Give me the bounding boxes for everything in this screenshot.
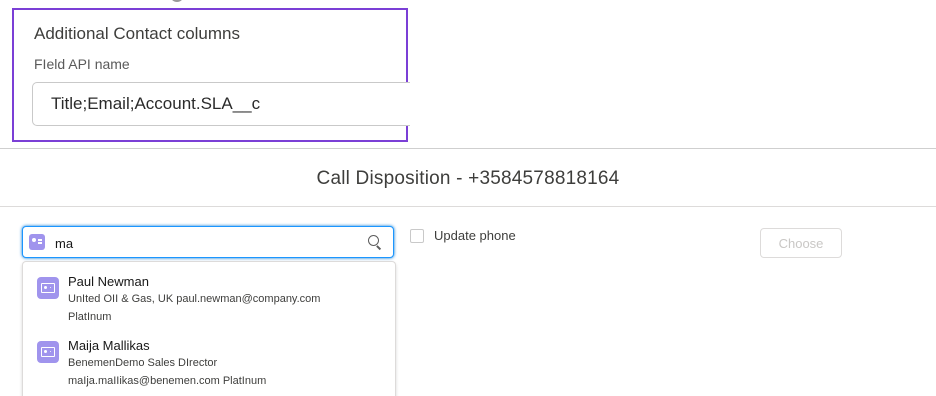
search-results-dropdown: Paul Newman UnIted OII & Gas, UK paul.ne… [22,261,396,396]
result-details: PlatInum [68,311,112,323]
cropped-glyph [170,0,184,2]
contact-search-box[interactable] [22,226,394,258]
search-icon[interactable] [368,235,379,246]
result-details: UnIted OII & Gas, UK paul.newman@company… [68,293,321,305]
call-disposition-body: Paul Newman UnIted OII & Gas, UK paul.ne… [0,206,936,396]
result-name: Paul Newman [68,274,149,289]
config-heading: Additional Contact columns [34,24,241,43]
contact-card-icon [37,277,59,299]
screenshot-stage: Additional Contact columns FIeld API nam… [0,0,936,396]
update-phone-label[interactable]: Update phone [434,228,516,243]
field-api-name-input[interactable] [32,82,410,126]
section-divider [0,148,936,149]
result-name: Maija Mallikas [68,338,150,353]
modal-title: Call Disposition - +3584578818164 [316,168,620,189]
choose-button[interactable]: Choose [760,228,842,258]
search-result-item[interactable]: Paul Newman UnIted OII & Gas, UK paul.ne… [23,274,395,334]
update-phone-checkbox[interactable] [410,229,424,243]
result-details: BenemenDemo Sales DIrector [68,357,218,369]
search-result-item[interactable]: Maija Mallikas BenemenDemo Sales DIrecto… [23,338,395,396]
field-api-name-label: FIeld API name [34,56,130,72]
contact-icon [29,234,45,250]
contact-card-icon [37,341,59,363]
contact-search-input[interactable] [53,231,357,255]
contact-columns-config: Additional Contact columns FIeld API nam… [12,8,410,142]
result-details: maIja.maIIikas@benemen.com PlatInum [68,375,267,387]
